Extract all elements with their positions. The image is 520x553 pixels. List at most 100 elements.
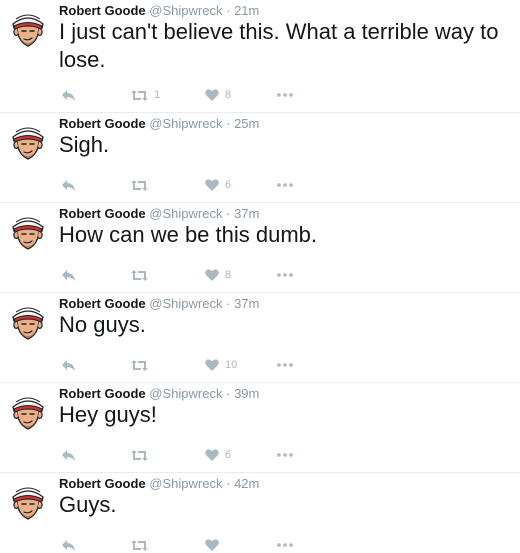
retweet-button[interactable] [131,177,154,193]
avatar[interactable] [8,123,48,163]
tweet[interactable]: Robert Goode @Shipwreck · 25m Sigh. 6 [0,113,520,203]
author-handle[interactable]: @Shipwreck [149,3,222,18]
avatar[interactable] [8,393,48,433]
more-button[interactable] [277,267,293,283]
retweet-button[interactable] [131,537,154,553]
author-name[interactable]: Robert Goode [59,206,146,221]
avatar[interactable] [8,483,48,523]
tweet-text: No guys. [59,312,146,337]
reply-icon [62,539,75,551]
reply-icon [62,449,75,461]
like-button[interactable]: 6 [205,177,231,193]
timestamp[interactable]: 21m [234,3,259,18]
time-separator: · [226,206,231,221]
heart-icon [205,179,219,191]
like-button[interactable] [205,537,225,553]
heart-icon [205,359,219,371]
more-button[interactable] [277,447,293,463]
more-button[interactable] [277,87,293,103]
tweet-actions [59,537,459,553]
avatar[interactable] [8,10,48,50]
timestamp[interactable]: 37m [234,296,259,311]
retweet-icon [131,179,148,191]
tweet-actions: 1 8 [59,87,459,103]
retweet-count: 1 [154,89,161,101]
more-button[interactable] [277,177,293,193]
more-dots-icon [277,363,293,367]
author-name[interactable]: Robert Goode [59,116,146,131]
heart-icon [205,89,219,101]
tweet[interactable]: Robert Goode @Shipwreck · 39m Hey guys! … [0,383,520,473]
tweet-header: Robert Goode @Shipwreck · 21m [59,4,259,18]
tweet[interactable]: Robert Goode @Shipwreck · 21m I just can… [0,0,520,113]
retweet-icon [131,359,148,371]
tweet-actions: 8 [59,267,459,283]
avatar[interactable] [8,303,48,343]
more-dots-icon [277,183,293,187]
more-button[interactable] [277,357,293,373]
like-count: 6 [225,179,232,191]
reply-button[interactable] [61,357,76,373]
tweet-actions: 6 [59,177,459,193]
heart-icon [205,539,219,551]
timestamp[interactable]: 42m [234,476,259,491]
timestamp[interactable]: 37m [234,206,259,221]
time-separator: · [226,116,231,131]
tweet-header: Robert Goode @Shipwreck · 37m [59,297,259,311]
like-button[interactable]: 6 [205,447,231,463]
tweet-text: How can we be this dumb. [59,222,318,247]
like-count: 6 [225,449,232,461]
author-handle[interactable]: @Shipwreck [149,386,222,401]
timestamp[interactable]: 39m [234,386,259,401]
tweet-actions: 6 [59,447,459,463]
author-name[interactable]: Robert Goode [59,386,146,401]
like-button[interactable]: 8 [205,87,231,103]
avatar[interactable] [8,213,48,253]
retweet-icon [131,89,148,101]
time-separator: · [226,386,231,401]
heart-icon [205,269,219,281]
more-dots-icon [277,453,293,457]
tweet-header: Robert Goode @Shipwreck · 25m [59,117,259,131]
timestamp[interactable]: 25m [234,116,259,131]
like-button[interactable]: 8 [205,267,231,283]
retweet-button[interactable] [131,357,154,373]
tweet-text: Sigh. [59,132,110,157]
retweet-button[interactable] [131,447,154,463]
time-separator: · [226,3,231,18]
author-name[interactable]: Robert Goode [59,476,146,491]
retweet-button[interactable] [131,267,154,283]
reply-button[interactable] [61,537,76,553]
heart-icon [205,449,219,461]
retweet-icon [131,269,148,281]
tweet[interactable]: Robert Goode @Shipwreck · 37m How can we… [0,203,520,293]
tweet[interactable]: Robert Goode @Shipwreck · 37m No guys. 1… [0,293,520,383]
author-handle[interactable]: @Shipwreck [149,206,222,221]
like-count: 8 [225,269,232,281]
author-handle[interactable]: @Shipwreck [149,476,222,491]
author-handle[interactable]: @Shipwreck [149,116,222,131]
reply-icon [62,89,75,101]
tweet-header: Robert Goode @Shipwreck · 39m [59,387,259,401]
author-name[interactable]: Robert Goode [59,3,146,18]
more-dots-icon [277,543,293,547]
retweet-button[interactable]: 1 [131,87,160,103]
tweet[interactable]: Robert Goode @Shipwreck · 42m Guys. [0,473,520,551]
retweet-icon [131,449,148,461]
tweet-text: Hey guys! [59,402,157,427]
like-count: 8 [225,89,232,101]
reply-button[interactable] [61,267,76,283]
tweet-text: Guys. [59,492,117,517]
like-button[interactable]: 10 [205,357,237,373]
author-handle[interactable]: @Shipwreck [149,296,222,311]
reply-icon [62,179,75,191]
author-name[interactable]: Robert Goode [59,296,146,311]
reply-button[interactable] [61,87,76,103]
reply-button[interactable] [61,447,76,463]
reply-button[interactable] [61,177,76,193]
time-separator: · [226,476,231,491]
more-dots-icon [277,273,293,277]
time-separator: · [226,296,231,311]
more-button[interactable] [277,537,293,553]
reply-icon [62,269,75,281]
